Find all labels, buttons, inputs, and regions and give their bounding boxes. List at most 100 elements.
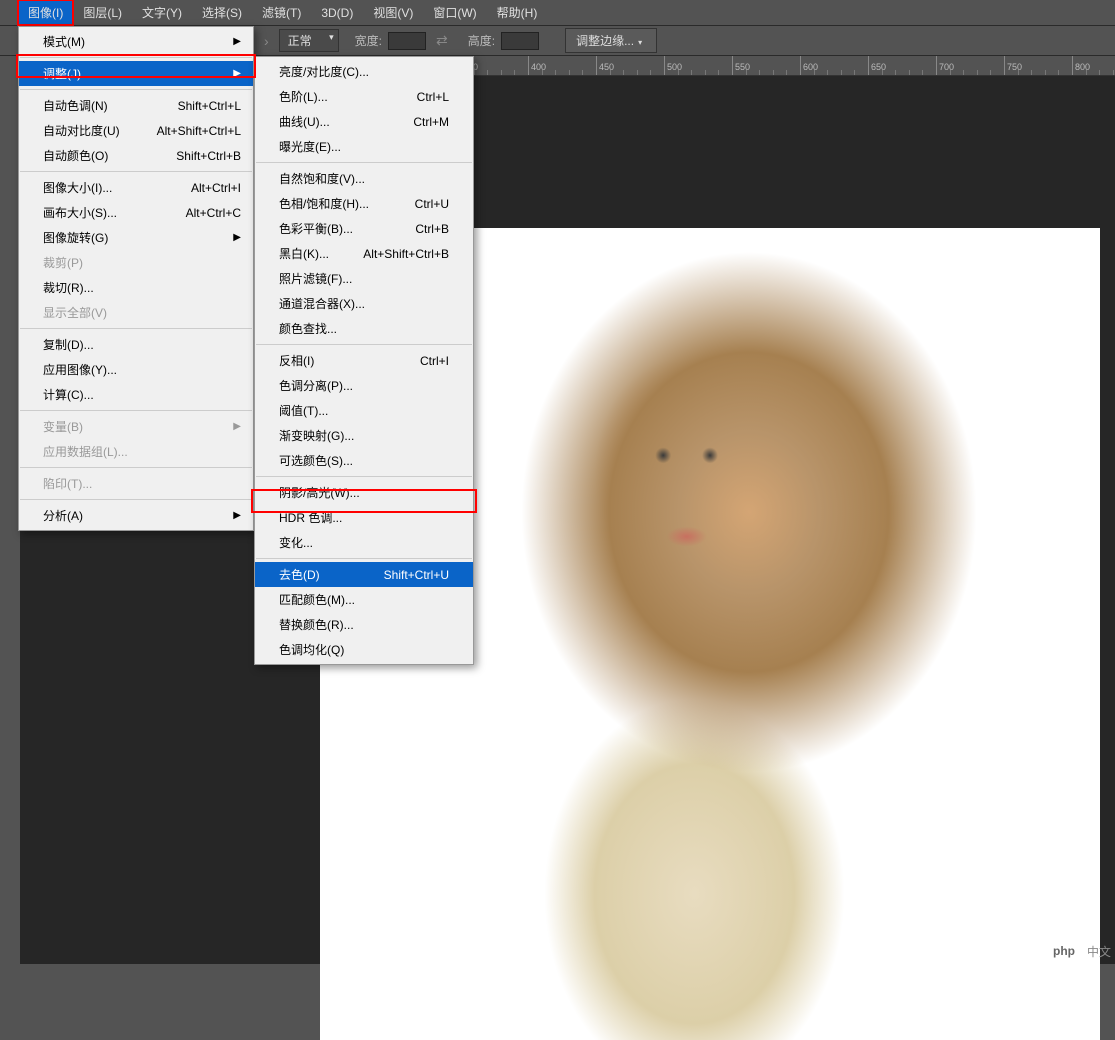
blend-mode-dropdown[interactable]: 正常 <box>279 29 339 52</box>
menu-item-label: 陷印(T)... <box>43 475 92 492</box>
menu-item-label: 渐变映射(G)... <box>279 427 354 444</box>
menu-help[interactable]: 帮助(H) <box>487 0 548 25</box>
menu-text[interactable]: 文字(Y) <box>132 0 192 25</box>
image-menu-item: 裁剪(P) <box>19 250 253 275</box>
adjust-menu-item[interactable]: 变化... <box>255 530 473 555</box>
menu-view[interactable]: 视图(V) <box>363 0 423 25</box>
menu-item-label: 应用图像(Y)... <box>43 361 117 378</box>
height-label: 高度: <box>468 32 495 49</box>
height-input[interactable] <box>501 32 539 50</box>
menu-item-label: 黑白(K)... <box>279 245 329 262</box>
image-menu-item[interactable]: 图像大小(I)...Alt+Ctrl+I <box>19 175 253 200</box>
toolbox <box>0 56 20 1020</box>
image-menu-item[interactable]: 裁切(R)... <box>19 275 253 300</box>
refine-edge-button[interactable]: 调整边缘... <box>565 28 657 53</box>
adjust-menu-item[interactable]: 渐变映射(G)... <box>255 423 473 448</box>
ruler-tick: 800 <box>1072 56 1090 76</box>
image-menu-item[interactable]: 自动色调(N)Shift+Ctrl+L <box>19 93 253 118</box>
menu-item-label: 画布大小(S)... <box>43 204 117 221</box>
menu-item-shortcut: Shift+Ctrl+U <box>384 568 449 582</box>
adjust-menu-item[interactable]: 替换颜色(R)... <box>255 612 473 637</box>
adjust-menu-item[interactable]: 自然饱和度(V)... <box>255 166 473 191</box>
adjust-menu-item[interactable]: 色调均化(Q) <box>255 637 473 662</box>
image-menu-item[interactable]: 计算(C)... <box>19 382 253 407</box>
image-menu-item[interactable]: 复制(D)... <box>19 332 253 357</box>
watermark-badge: php <box>1045 942 1083 960</box>
menu-item-shortcut: Ctrl+U <box>415 197 449 211</box>
menubar: 图像(I) 图层(L) 文字(Y) 选择(S) 滤镜(T) 3D(D) 视图(V… <box>0 0 1115 26</box>
menu-item-label: 模式(M) <box>43 33 85 50</box>
adjust-menu-item[interactable]: 色阶(L)...Ctrl+L <box>255 84 473 109</box>
adjust-menu-item[interactable]: 阴影/高光(W)... <box>255 480 473 505</box>
submenu-arrow-icon: ▶ <box>233 421 241 432</box>
menu-select[interactable]: 选择(S) <box>192 0 252 25</box>
adjust-menu-item[interactable]: 去色(D)Shift+Ctrl+U <box>255 562 473 587</box>
adjust-menu-item[interactable]: 色彩平衡(B)...Ctrl+B <box>255 216 473 241</box>
ruler-tick: 650 <box>868 56 886 76</box>
menu-item-shortcut: Alt+Shift+Ctrl+L <box>157 124 241 138</box>
adjust-menu-item[interactable]: 色调分离(P)... <box>255 373 473 398</box>
menu-filter[interactable]: 滤镜(T) <box>252 0 311 25</box>
menu-layer[interactable]: 图层(L) <box>73 0 132 25</box>
image-menu-item[interactable]: 自动对比度(U) Alt+Shift+Ctrl+L <box>19 118 253 143</box>
menu-item-label: 色阶(L)... <box>279 88 328 105</box>
menu-separator <box>20 467 252 468</box>
image-menu-item[interactable]: 图像旋转(G)▶ <box>19 225 253 250</box>
adjust-menu-item[interactable]: 匹配颜色(M)... <box>255 587 473 612</box>
ruler-tick: 750 <box>1004 56 1022 76</box>
swap-icon[interactable]: ⇄ <box>432 32 452 49</box>
menu-separator <box>20 89 252 90</box>
menu-separator <box>20 57 252 58</box>
adjust-menu-item[interactable]: 阈值(T)... <box>255 398 473 423</box>
menu-separator <box>20 328 252 329</box>
adjust-menu-item[interactable]: 颜色查找... <box>255 316 473 341</box>
menu-item-shortcut: Ctrl+B <box>415 222 449 236</box>
menu-item-label: 自动色调(N) <box>43 97 108 114</box>
image-menu-item[interactable]: 调整(J)▶ <box>19 61 253 86</box>
menu-item-label: 反相(I) <box>279 352 314 369</box>
adjust-menu-item[interactable]: 通道混合器(X)... <box>255 291 473 316</box>
menu-item-label: 曝光度(E)... <box>279 138 341 155</box>
adjust-menu-item[interactable]: 照片滤镜(F)... <box>255 266 473 291</box>
menu-item-shortcut: Alt+Ctrl+I <box>191 181 241 195</box>
width-input[interactable] <box>388 32 426 50</box>
menu-window[interactable]: 窗口(W) <box>423 0 486 25</box>
menu-item-label: 应用数据组(L)... <box>43 443 128 460</box>
adjust-menu-item[interactable]: 可选颜色(S)... <box>255 448 473 473</box>
menu-item-label: 可选颜色(S)... <box>279 452 353 469</box>
ruler-tick: 450 <box>596 56 614 76</box>
image-menu-item[interactable]: 应用图像(Y)... <box>19 357 253 382</box>
adjust-menu-item[interactable]: 曝光度(E)... <box>255 134 473 159</box>
menu-item-label: 自动对比度(U) <box>43 122 120 139</box>
image-menu-item[interactable]: 模式(M) ▶ <box>19 29 253 54</box>
submenu-arrow-icon: ▶ <box>233 36 241 47</box>
submenu-arrow-icon: ▶ <box>233 232 241 243</box>
menu-item-shortcut: Shift+Ctrl+B <box>176 149 241 163</box>
width-label: 宽度: <box>355 32 382 49</box>
image-menu-dropdown: 模式(M) ▶ 调整(J)▶ 自动色调(N)Shift+Ctrl+L 自动对比度(U) A… <box>18 26 254 531</box>
menu-image[interactable]: 图像(I) <box>18 0 73 25</box>
adjust-menu-item[interactable]: 亮度/对比度(C)... <box>255 59 473 84</box>
menu-item-label: 亮度/对比度(C)... <box>279 63 369 80</box>
ruler-tick: 400 <box>528 56 546 76</box>
menu-3d[interactable]: 3D(D) <box>311 2 363 24</box>
ruler-tick: 500 <box>664 56 682 76</box>
ruler-tick: 700 <box>936 56 954 76</box>
image-menu-item[interactable]: 画布大小(S)... Alt+Ctrl+C <box>19 200 253 225</box>
adjust-menu-item[interactable]: HDR 色调... <box>255 505 473 530</box>
adjust-menu-item[interactable]: 反相(I)Ctrl+I <box>255 348 473 373</box>
menu-item-label: 变量(B) <box>43 418 83 435</box>
menu-separator <box>256 344 472 345</box>
menu-item-label: 裁切(R)... <box>43 279 94 296</box>
menu-item-label: 阈值(T)... <box>279 402 328 419</box>
menu-item-label: 自动颜色(O) <box>43 147 108 164</box>
adjust-menu-item[interactable]: 黑白(K)...Alt+Shift+Ctrl+B <box>255 241 473 266</box>
menu-item-label: 显示全部(V) <box>43 304 107 321</box>
adjust-menu-item[interactable]: 色相/饱和度(H)...Ctrl+U <box>255 191 473 216</box>
submenu-arrow-icon: ▶ <box>233 510 241 521</box>
menu-item-shortcut: Alt+Ctrl+C <box>186 206 241 220</box>
menu-separator <box>20 499 252 500</box>
image-menu-item[interactable]: 分析(A)▶ <box>19 503 253 528</box>
adjust-menu-item[interactable]: 曲线(U)...Ctrl+M <box>255 109 473 134</box>
image-menu-item[interactable]: 自动颜色(O) Shift+Ctrl+B <box>19 143 253 168</box>
